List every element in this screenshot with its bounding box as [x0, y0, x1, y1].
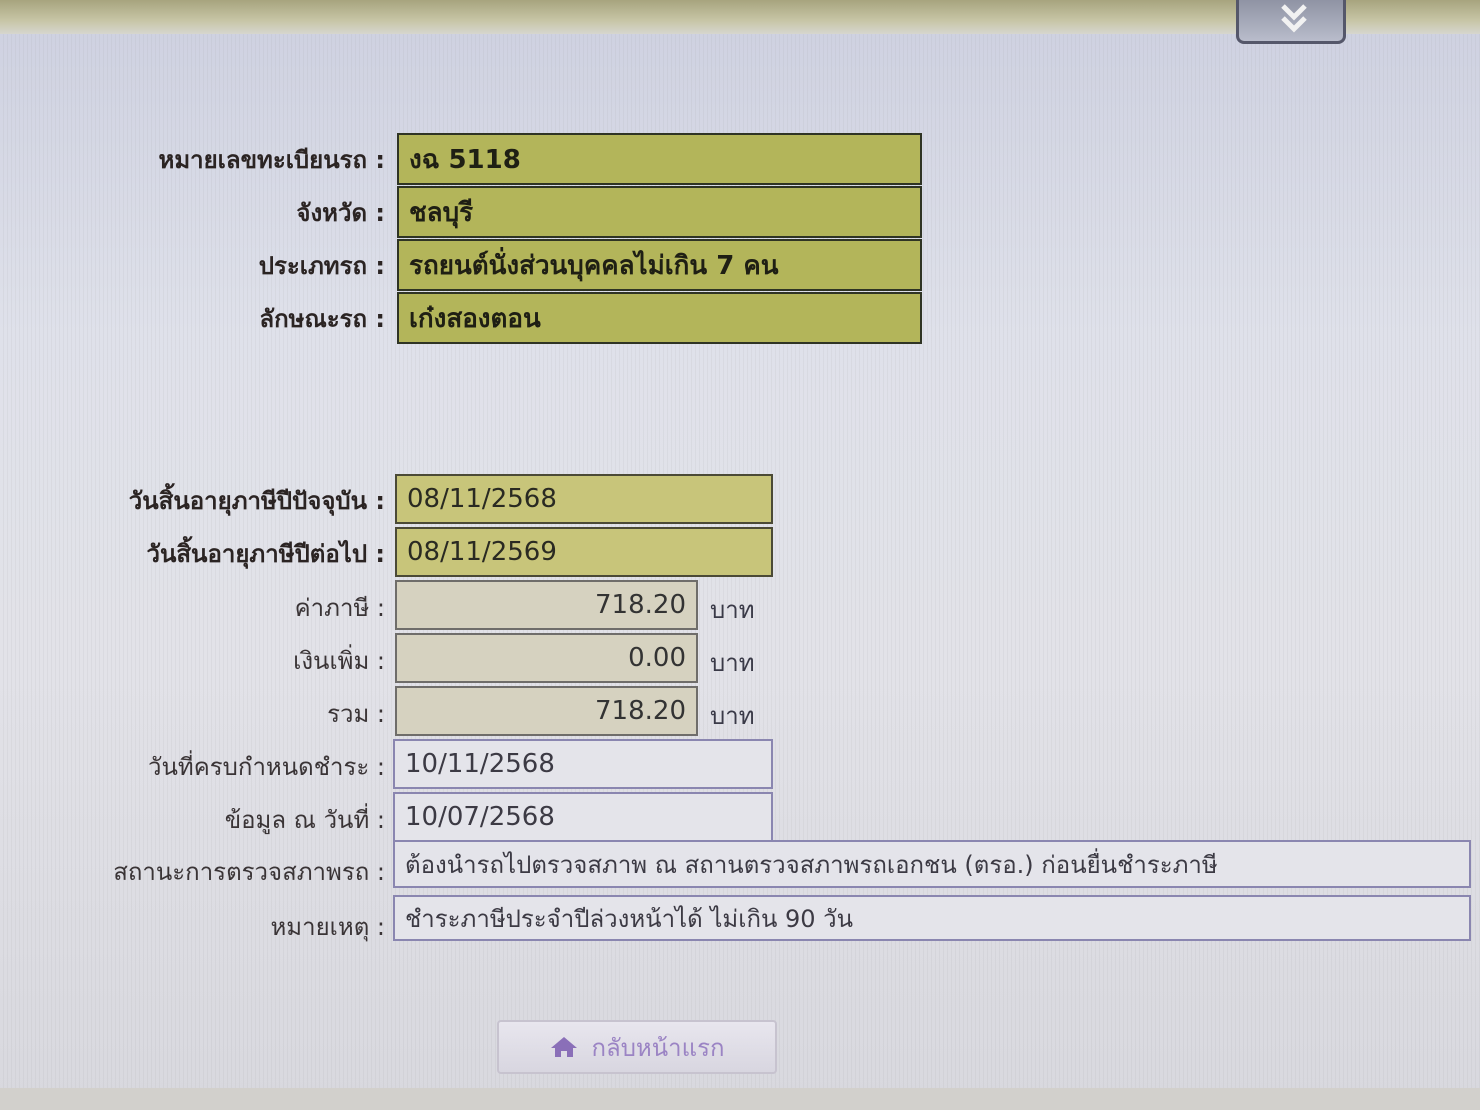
total-label: รวม : [327, 700, 385, 728]
due-date-value: 10/11/2568 [393, 739, 773, 789]
remark-value: ชำระภาษีประจำปีล่วงหน้าได้ ไม่เกิน 90 วั… [393, 895, 1471, 941]
body-type-label: ลักษณะรถ : [259, 305, 385, 333]
remark-label: หมายเหตุ : [270, 913, 385, 941]
total-value: 718.20 [395, 686, 698, 736]
plate-label: หมายเลขทะเบียนรถ : [158, 146, 386, 174]
province-label: จังหวัด : [296, 199, 385, 227]
inspection-status-value: ต้องนำรถไปตรวจสภาพ ณ สถานตรวจสภาพรถเอกชน… [393, 840, 1471, 888]
tax-amount-value: 718.20 [395, 580, 698, 630]
bottom-strip [0, 1088, 1480, 1110]
data-date-value: 10/07/2568 [393, 792, 773, 842]
vehicle-type-value: รถยนต์นั่งส่วนบุคคลไม่เกิน 7 คน [397, 239, 922, 291]
tax-amount-unit: บาท [710, 596, 755, 624]
download-arrow-icon [1281, 4, 1307, 33]
home-button-label: กลับหน้าแรก [591, 1033, 725, 1062]
province-value: ชลบุรี [397, 186, 922, 238]
surcharge-value: 0.00 [395, 633, 698, 683]
surcharge-unit: บาท [710, 649, 755, 677]
total-unit: บาท [710, 702, 755, 730]
current-expiry-value: 08/11/2568 [395, 474, 773, 524]
next-expiry-label: วันสิ้นอายุภาษีปีต่อไป : [146, 540, 386, 568]
data-date-label: ข้อมูล ณ วันที่ : [224, 806, 385, 834]
surcharge-label: เงินเพิ่ม : [293, 647, 385, 675]
download-button[interactable] [1236, 0, 1346, 44]
home-icon [551, 1037, 578, 1057]
home-button[interactable]: กลับหน้าแรก [497, 1020, 777, 1074]
body-type-value: เก๋งสองตอน [397, 292, 922, 344]
vehicle-type-label: ประเภทรถ : [258, 252, 385, 280]
tax-amount-label: ค่าภาษี : [294, 594, 385, 622]
current-expiry-label: วันสิ้นอายุภาษีปีปัจจุบัน : [128, 487, 385, 515]
inspection-status-label: สถานะการตรวจสภาพรถ : [113, 858, 385, 886]
next-expiry-value: 08/11/2569 [395, 527, 773, 577]
plate-value: งฉ 5118 [397, 133, 922, 185]
due-date-label: วันที่ครบกำหนดชำระ : [148, 753, 385, 781]
